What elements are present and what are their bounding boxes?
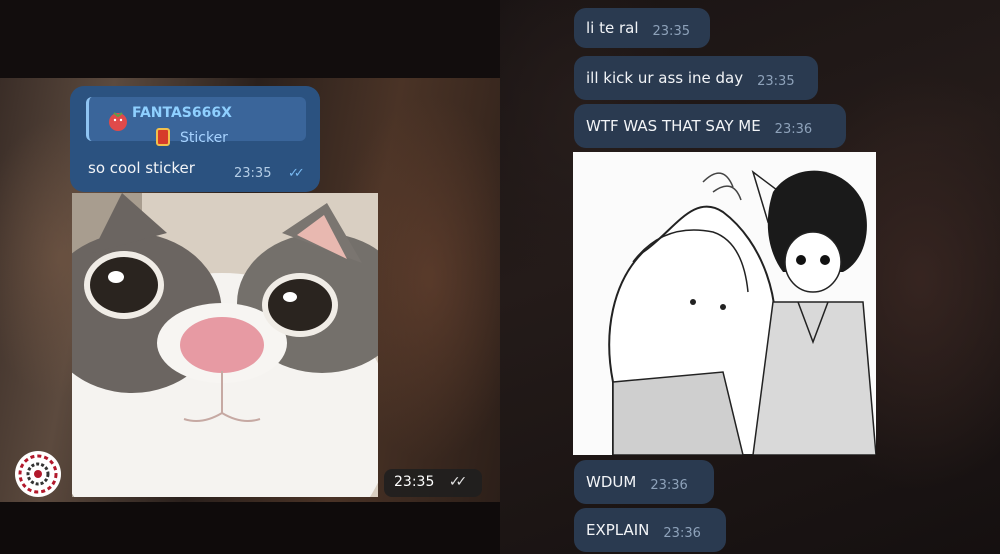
message-time: 23:35 [652,23,690,39]
message-text: WDUM [586,473,637,491]
left-top-band [0,0,500,78]
message-text: li te ral [586,19,639,37]
message-text: EXPLAIN [586,521,650,539]
message-text: ill kick ur ass ine day [586,69,744,87]
left-bottom-band [0,502,500,554]
message-text: WTF WAS THAT SAY ME [586,117,761,135]
mandala-avatar-icon[interactable] [14,450,62,498]
double-check-icon: ✓✓ [448,474,468,490]
manga-image[interactable] [573,152,876,455]
message-time: 23:35 [234,166,272,181]
manga-illustration [573,152,876,455]
message-bubble[interactable]: WDUM 23:36 [574,460,714,504]
cat-face-image [72,193,378,497]
photo-timestamp: 23:35 ✓✓ [384,469,482,497]
message-time: 23:36 [663,525,701,541]
message-bubble[interactable]: WTF WAS THAT SAY ME 23:36 [574,104,846,148]
message-time: 23:36 [774,121,813,137]
message-bubble[interactable]: EXPLAIN 23:36 [574,508,726,552]
reply-subtitle: Sticker [180,130,228,146]
double-check-icon: ✓✓ [288,166,305,181]
reply-author: FANTAS666X [132,105,232,121]
photo-time-text: 23:35 [394,474,435,490]
strawberry-sticker-icon [109,112,127,131]
message-bubble[interactable]: li te ral 23:35 [574,8,710,48]
reply-message-bubble[interactable]: FANTAS666X Sticker so cool sticker 23:35… [70,86,320,192]
tomato-can-icon [156,128,170,146]
message-bubble[interactable]: ill kick ur ass ine day 23:35 [574,56,818,100]
cat-photo[interactable] [72,193,378,497]
message-time: 23:36 [650,477,688,493]
message-text: so cool sticker [88,159,195,177]
message-time: 23:35 [757,73,795,89]
